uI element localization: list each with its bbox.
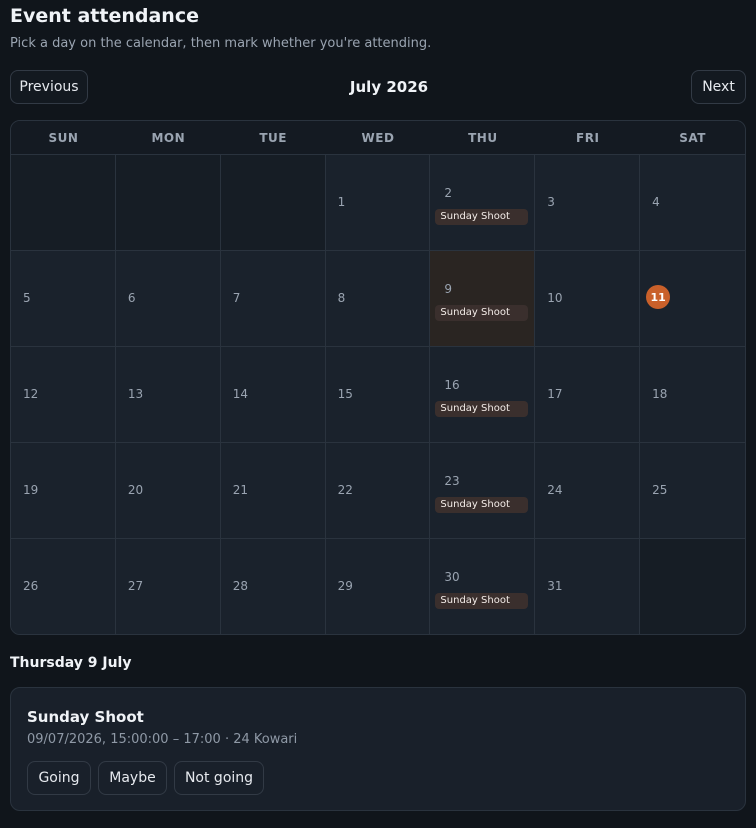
empty-day-cell bbox=[640, 539, 745, 634]
day-number: 3 bbox=[547, 195, 555, 209]
weekday-label: WED bbox=[361, 130, 395, 145]
day-number: 21 bbox=[232, 483, 248, 497]
weekday-label: SUN bbox=[48, 130, 79, 145]
day-number: 9 bbox=[444, 282, 453, 296]
day-cell-31[interactable]: 31 bbox=[535, 539, 641, 634]
day-cell-6[interactable]: 6 bbox=[115, 251, 221, 347]
event-chip[interactable]: Sunday Shoot bbox=[435, 401, 529, 417]
day-number: 23 bbox=[444, 474, 460, 488]
empty-day-cell bbox=[11, 155, 116, 251]
day-number: 1 bbox=[337, 195, 346, 209]
event-chip[interactable]: Sunday Shoot bbox=[435, 497, 529, 513]
day-cell-27[interactable]: 27 bbox=[115, 539, 221, 634]
day-cell-30[interactable]: 30 Sunday Shoot bbox=[430, 539, 536, 634]
day-number: 15 bbox=[337, 387, 353, 401]
day-number: 17 bbox=[547, 387, 563, 401]
day-number: 16 bbox=[444, 378, 460, 392]
day-cell-4[interactable]: 4 bbox=[640, 155, 745, 251]
event-details: 09/07/2026, 15:00:00 – 17:00 · 24 Kowari bbox=[27, 732, 298, 747]
day-cell-3[interactable]: 3 bbox=[535, 155, 641, 251]
day-number: 14 bbox=[232, 387, 248, 401]
day-number: 26 bbox=[23, 579, 39, 593]
day-cell-2[interactable]: 2 Sunday Shoot bbox=[430, 155, 536, 251]
day-number: 25 bbox=[652, 483, 668, 497]
day-number: 7 bbox=[232, 291, 241, 305]
event-chip[interactable]: Sunday Shoot bbox=[435, 305, 529, 321]
not-going-button[interactable]: Not going bbox=[174, 761, 264, 795]
going-button[interactable]: Going bbox=[27, 761, 91, 795]
day-number: 18 bbox=[652, 387, 668, 401]
day-number: 10 bbox=[547, 291, 563, 305]
calendar: SUN MON TUE WED THU FRI SAT 1 2 Sunday Sho… bbox=[10, 120, 746, 635]
weekday-label: FRI bbox=[576, 130, 600, 145]
day-cell-11[interactable]: 11 bbox=[640, 251, 745, 347]
calendar-grid: 1 2 Sunday Shoot 3 4 5 6 7 8 9 Sunday Shoot 10 11 12 1… bbox=[11, 155, 745, 634]
day-cell-1[interactable]: 1 bbox=[325, 155, 431, 251]
event-chip[interactable]: Sunday Shoot bbox=[435, 209, 529, 225]
day-cell-16[interactable]: 16 Sunday Shoot bbox=[430, 347, 536, 443]
maybe-button[interactable]: Maybe bbox=[98, 761, 167, 795]
day-cell-18[interactable]: 18 bbox=[640, 347, 745, 443]
empty-day-cell bbox=[220, 155, 326, 251]
day-cell-9[interactable]: 9 Sunday Shoot bbox=[430, 251, 536, 347]
day-cell-13[interactable]: 13 bbox=[115, 347, 221, 443]
day-cell-7[interactable]: 7 bbox=[220, 251, 326, 347]
day-number: 30 bbox=[444, 570, 460, 584]
day-number: 28 bbox=[232, 579, 248, 593]
day-number: 6 bbox=[127, 291, 136, 305]
empty-day-cell bbox=[115, 155, 221, 251]
weekday-label: THU bbox=[468, 130, 498, 145]
day-cell-23[interactable]: 23 Sunday Shoot bbox=[430, 443, 536, 539]
day-cell-26[interactable]: 26 bbox=[11, 539, 116, 634]
day-number: 13 bbox=[127, 387, 144, 401]
previous-month-button[interactable]: Previous bbox=[10, 70, 88, 104]
day-number: 31 bbox=[547, 579, 563, 593]
day-cell-29[interactable]: 29 bbox=[325, 539, 431, 634]
page-subtitle: Pick a day on the calendar, then mark wh… bbox=[10, 36, 432, 51]
day-cell-24[interactable]: 24 bbox=[535, 443, 641, 539]
day-cell-28[interactable]: 28 bbox=[220, 539, 326, 634]
day-cell-8[interactable]: 8 bbox=[325, 251, 431, 347]
day-number: 27 bbox=[127, 579, 144, 593]
day-cell-5[interactable]: 5 bbox=[11, 251, 116, 347]
weekday-label: MON bbox=[151, 130, 186, 145]
day-cell-14[interactable]: 14 bbox=[220, 347, 326, 443]
day-number: 5 bbox=[23, 291, 31, 305]
day-cell-22[interactable]: 22 bbox=[325, 443, 431, 539]
day-number: 19 bbox=[23, 483, 39, 497]
weekday-label: SAT bbox=[679, 130, 706, 145]
weekday-header: SUN MON TUE WED THU FRI SAT bbox=[11, 121, 745, 155]
day-cell-25[interactable]: 25 bbox=[640, 443, 745, 539]
today-indicator: 11 bbox=[646, 285, 671, 309]
day-cell-17[interactable]: 17 bbox=[535, 347, 641, 443]
day-cell-19[interactable]: 19 bbox=[11, 443, 116, 539]
event-name: Sunday Shoot bbox=[27, 708, 144, 726]
page-title: Event attendance bbox=[10, 5, 199, 27]
day-number: 29 bbox=[337, 579, 353, 593]
day-number: 22 bbox=[337, 483, 353, 497]
day-cell-15[interactable]: 15 bbox=[325, 347, 431, 443]
day-number: 24 bbox=[547, 483, 563, 497]
day-cell-12[interactable]: 12 bbox=[11, 347, 116, 443]
weekday-label: TUE bbox=[259, 130, 287, 145]
month-title: July 2026 bbox=[349, 78, 429, 96]
day-number: 8 bbox=[337, 291, 346, 305]
next-month-button[interactable]: Next bbox=[691, 70, 746, 104]
day-number: 4 bbox=[652, 195, 660, 209]
day-number: 20 bbox=[127, 483, 144, 497]
day-cell-20[interactable]: 20 bbox=[115, 443, 221, 539]
selected-date-heading: Thursday 9 July bbox=[10, 655, 132, 671]
day-number: 2 bbox=[444, 186, 453, 200]
event-chip[interactable]: Sunday Shoot bbox=[435, 593, 529, 609]
day-cell-10[interactable]: 10 bbox=[535, 251, 641, 347]
event-card: Sunday Shoot 09/07/2026, 15:00:00 – 17:0… bbox=[10, 687, 746, 811]
day-cell-21[interactable]: 21 bbox=[220, 443, 326, 539]
day-number: 12 bbox=[23, 387, 39, 401]
